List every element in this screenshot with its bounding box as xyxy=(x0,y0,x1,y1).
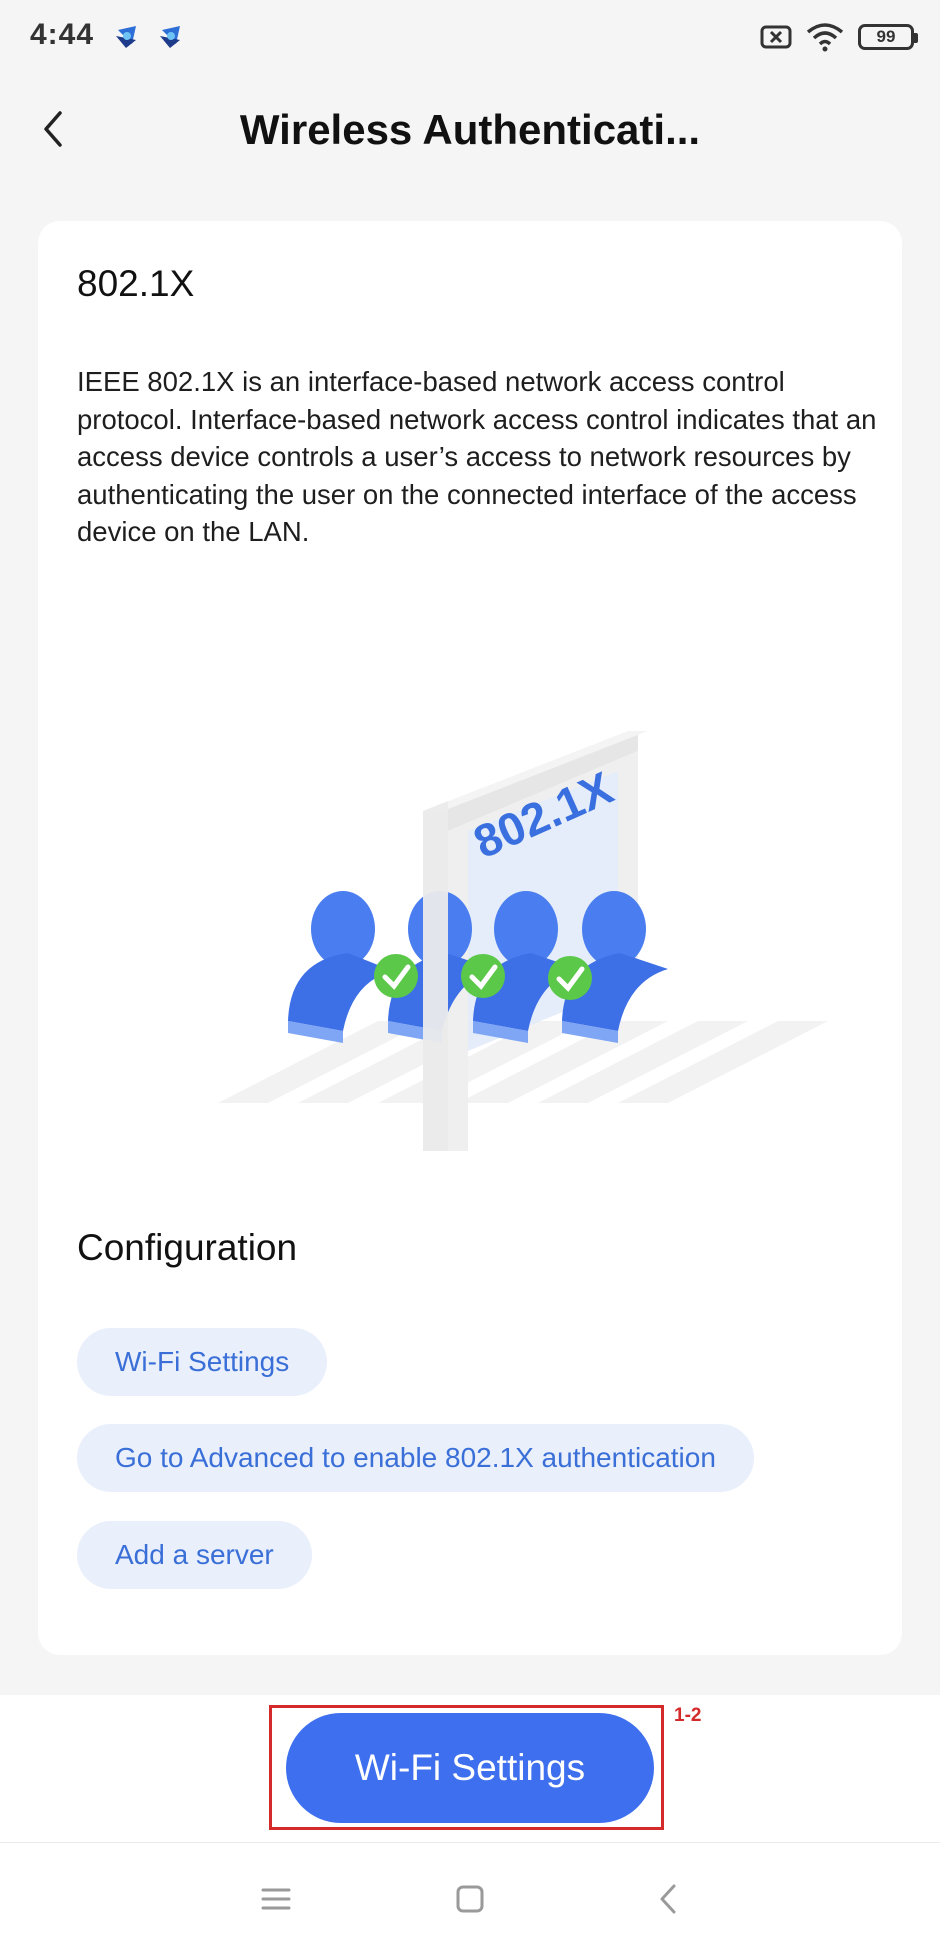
annotation-label: 1-2 xyxy=(674,1705,702,1726)
info-card: 802.1X IEEE 802.1X is an interface-based… xyxy=(38,221,902,1655)
home-button[interactable] xyxy=(442,1871,498,1927)
advanced-8021x-link[interactable]: Go to Advanced to enable 802.1X authenti… xyxy=(77,1424,754,1492)
menu-button[interactable] xyxy=(248,1871,304,1927)
gate-post xyxy=(423,801,448,1151)
config-heading: Configuration xyxy=(77,1227,298,1268)
card-heading: 802.1X xyxy=(77,263,195,304)
back-icon xyxy=(660,1884,676,1914)
card-description: IEEE 802.1X is an interface-based networ… xyxy=(77,366,877,547)
battery-level: 99 xyxy=(876,27,896,46)
annotation-box xyxy=(269,1705,664,1830)
menu-icon xyxy=(261,1888,291,1910)
status-bar: 4:44 99 xyxy=(0,0,940,78)
chip-label: Go to Advanced to enable 802.1X authenti… xyxy=(115,1442,716,1473)
home-icon xyxy=(456,1885,484,1913)
sim-none-icon xyxy=(760,25,792,49)
status-time: 4:44 xyxy=(30,18,95,51)
app-header: Wireless Authenticati... xyxy=(0,88,940,174)
bottom-action-bar: Wi-Fi Settings 1-2 xyxy=(0,1695,940,1842)
wifi-icon xyxy=(806,23,844,52)
system-nav-bar xyxy=(0,1842,940,1956)
app-notification-icon xyxy=(160,26,180,48)
app-notification-icon xyxy=(116,26,136,48)
battery-icon: 99 xyxy=(858,24,918,50)
page-title: Wireless Authenticati... xyxy=(239,106,701,153)
nav-back-button[interactable] xyxy=(640,1871,696,1927)
authentication-illustration: 802.1X xyxy=(218,731,828,1151)
chip-label: Wi-Fi Settings xyxy=(115,1346,290,1377)
chip-label: Add a server xyxy=(115,1539,274,1570)
wifi-settings-link[interactable]: Wi-Fi Settings xyxy=(77,1328,328,1396)
add-server-link[interactable]: Add a server xyxy=(77,1521,312,1589)
